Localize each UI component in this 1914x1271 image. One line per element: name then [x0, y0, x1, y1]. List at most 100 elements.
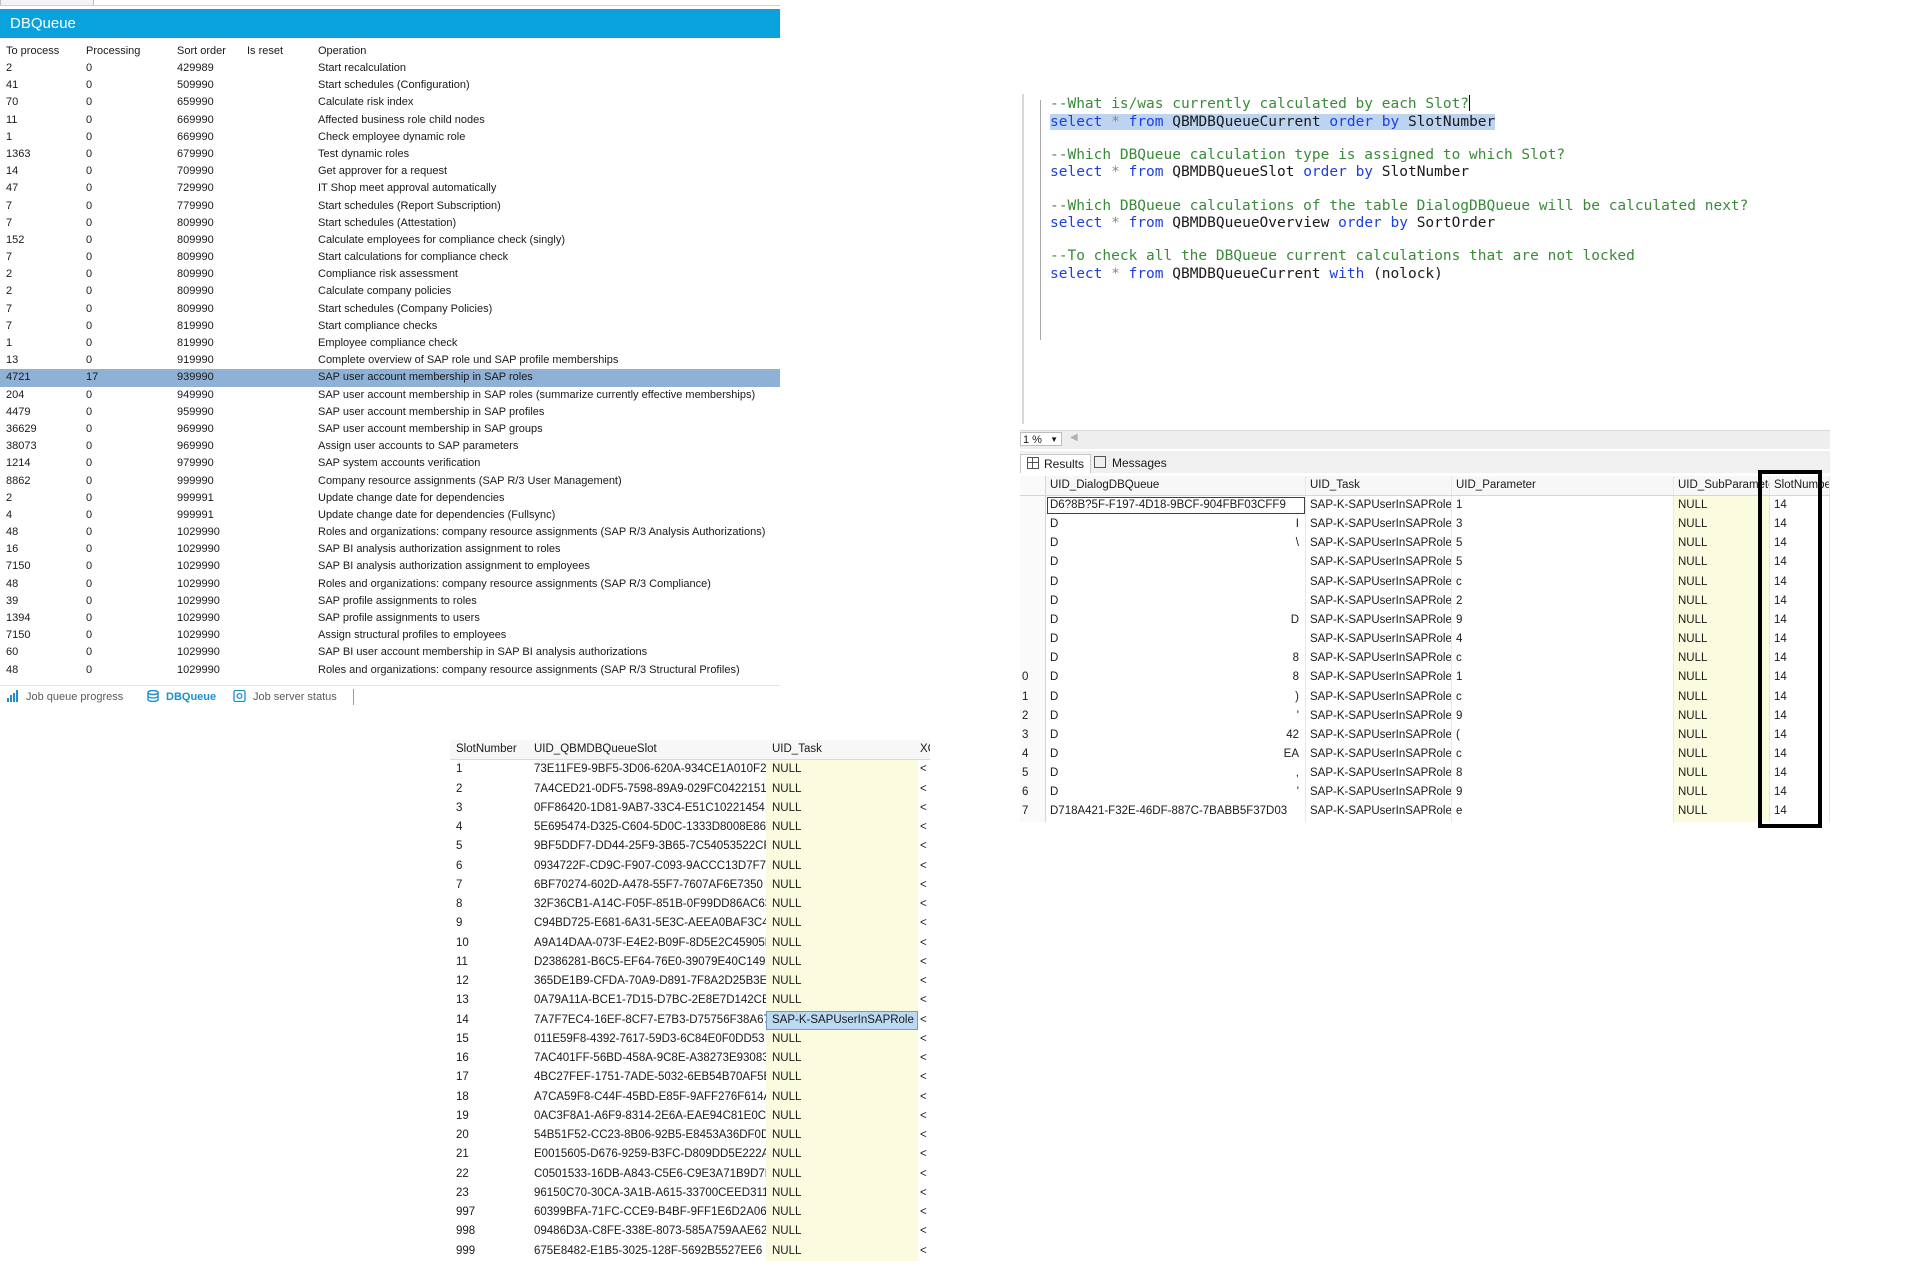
slot-table-row[interactable]: 13 0A79A11A-BCE1-7D15-D7BC-2E8E7D142CB2 NU… — [450, 991, 930, 1011]
cell-uid-parameter[interactable]: 5 — [1452, 553, 1674, 573]
slot-table-row[interactable]: 12 365DE1B9-CFDA-70A9-D891-7F8A2D25B3E5 NU… — [450, 972, 930, 992]
cell-uid-subparameter[interactable]: NULL — [1674, 649, 1770, 669]
cell-uid-task[interactable]: NULL — [766, 1068, 918, 1088]
cell-uid-task[interactable]: NULL — [766, 818, 918, 838]
results-row[interactable]: D6?8B?5F-F197-4D18-9BCF-904FBF03CFF9 SAP-… — [1020, 496, 1830, 516]
results-row[interactable]: D I SAP-K-SAPUserInSAPRole 3 NULL 14 — [1020, 515, 1830, 535]
cell-uid-subparameter[interactable]: NULL — [1674, 515, 1770, 535]
cell-xc[interactable]: < — [918, 1088, 930, 1107]
column-header-uid-parameter[interactable]: UID_Parameter — [1452, 476, 1674, 496]
cell-uid-parameter[interactable]: c — [1452, 572, 1674, 592]
cell-xc[interactable]: < — [918, 953, 930, 972]
cell-uid-task[interactable]: SAP-K-SAPUserInSAPRole — [766, 1010, 918, 1030]
dbqueue-row[interactable]: 16 0 1029990 SAP BI analysis authorization … — [0, 541, 780, 558]
cell-uid-parameter[interactable]: e — [1452, 802, 1674, 822]
cell-uid-qbmdbqueueslot[interactable]: C94BD725-E681-6A31-5E3C-AEEA0BAF3C43 — [528, 914, 766, 933]
cell-slotnumber[interactable]: 2 — [450, 780, 522, 799]
cell-slotnumber[interactable]: 12 — [450, 972, 522, 991]
cell-uid-parameter[interactable]: 4 — [1452, 630, 1674, 650]
dbqueue-row[interactable]: 13 0 919990 Complete overview of SAP role u… — [0, 352, 780, 369]
dbqueue-row[interactable]: 1 0 669990 Check employee dynamic role — [0, 129, 780, 146]
results-row[interactable]: 7 D718A421-F32E-46DF-887C-7BABB5F37D03 SAP… — [1020, 802, 1830, 822]
dbqueue-row[interactable]: 70 0 659990 Calculate risk index — [0, 94, 780, 111]
cell-slotnumber[interactable]: 14 — [450, 1011, 522, 1030]
cell-uid-subparameter[interactable]: NULL — [1674, 553, 1770, 573]
cell-xc[interactable]: < — [918, 837, 930, 856]
cell-uid-qbmdbqueueslot[interactable]: 32F36CB1-A14C-F05F-851B-0F99DD86AC63 — [528, 895, 766, 914]
cell-uid-task[interactable]: SAP-K-SAPUserInSAPRole — [1306, 687, 1452, 707]
cell-uid-task[interactable]: NULL — [766, 1145, 918, 1165]
cell-xc[interactable]: < — [918, 914, 930, 933]
cell-uid-task[interactable]: NULL — [766, 1183, 918, 1203]
cell-uid-task[interactable]: NULL — [766, 1164, 918, 1184]
cell-uid-dialogdbqueue[interactable]: D \ — [1046, 534, 1306, 554]
cell-slotnumber[interactable]: 20 — [450, 1126, 522, 1145]
cell-uid-qbmdbqueueslot[interactable]: 54B51F52-CC23-8B06-92B5-E8453A36DF0D — [528, 1126, 766, 1145]
cell-uid-qbmdbqueueslot[interactable]: C0501533-16DB-A843-C5E6-C9E3A71B9D7B — [528, 1165, 766, 1184]
cell-uid-qbmdbqueueslot[interactable]: 09486D3A-C8FE-338E-8073-585A759AAE62 — [528, 1222, 766, 1241]
cell-uid-subparameter[interactable]: NULL — [1674, 687, 1770, 707]
dbqueue-row[interactable]: 38073 0 969990 Assign user accounts to SAP … — [0, 438, 780, 455]
slot-table-row[interactable]: 19 0AC3F8A1-A6F9-8314-2E6A-EAE94C81E0CB NU… — [450, 1106, 930, 1126]
cell-uid-task[interactable]: SAP-K-SAPUserInSAPRole — [1306, 496, 1452, 516]
cell-uid-task[interactable]: NULL — [766, 875, 918, 895]
cell-slotnumber[interactable]: 3 — [450, 799, 522, 818]
dbqueue-row[interactable]: 41 0 509990 Start schedules (Configuration) — [0, 77, 780, 94]
cell-slotnumber[interactable]: 998 — [450, 1222, 522, 1241]
cell-slotnumber[interactable]: 23 — [450, 1184, 522, 1203]
cell-uid-dialogdbqueue[interactable]: D718A421-F32E-46DF-887C-7BABB5F37D03 — [1046, 802, 1306, 822]
column-header-uid-task[interactable]: UID_Task — [1306, 476, 1452, 496]
dbqueue-row[interactable]: 7 0 809990 Start calculations for complianc… — [0, 249, 780, 266]
dbqueue-row[interactable]: 60 0 1029990 SAP BI user account membership… — [0, 644, 780, 661]
slot-table-row[interactable]: 3 0FF86420-1D81-9AB7-33C4-E51C10221454 NUL… — [450, 798, 930, 818]
cell-uid-task[interactable]: SAP-K-SAPUserInSAPRole — [1306, 706, 1452, 726]
results-row[interactable]: D 8 SAP-K-SAPUserInSAPRole c NULL 14 — [1020, 649, 1830, 669]
cell-uid-subparameter[interactable]: NULL — [1674, 534, 1770, 554]
dbqueue-row[interactable]: 7 0 819990 Start compliance checks — [0, 318, 780, 335]
results-row[interactable]: 1 D) SAP-K-SAPUserInSAPRole c NULL 14 — [1020, 687, 1830, 707]
results-row[interactable]: D SAP-K-SAPUserInSAPRole c NULL 14 — [1020, 572, 1830, 592]
cell-uid-dialogdbqueue[interactable]: DD — [1046, 610, 1306, 631]
cell-slotnumber[interactable]: 6 — [450, 857, 522, 876]
cell-uid-task[interactable]: SAP-K-SAPUserInSAPRole — [1306, 802, 1452, 822]
cell-uid-dialogdbqueue[interactable]: DI — [1046, 515, 1306, 535]
slot-table-row[interactable]: 17 4BC27FEF-1751-7ADE-5032-6EB54B70AF5B NU… — [450, 1068, 930, 1088]
cell-slotnumber[interactable]: 19 — [450, 1107, 522, 1126]
dbqueue-row[interactable]: 7 0 779990 Start schedules (Report Subscrip… — [0, 198, 780, 215]
cell-uid-dialogdbqueue[interactable]: D — [1046, 591, 1306, 611]
cell-uid-task[interactable]: NULL — [766, 933, 918, 953]
cell-uid-parameter[interactable]: c — [1452, 649, 1674, 669]
dbqueue-row[interactable]: 2 0 809990 Compliance risk assessment — [0, 266, 780, 283]
results-row[interactable]: D SAP-K-SAPUserInSAPRole 5 NULL 14 — [1020, 553, 1830, 573]
dbqueue-row[interactable]: 1214 0 979990 SAP system accounts verificat… — [0, 455, 780, 472]
cell-uid-qbmdbqueueslot[interactable]: 675E8482-E1B5-3025-128F-5692B5527EE6 — [528, 1242, 766, 1261]
cell-uid-dialogdbqueue[interactable]: D ' — [1046, 783, 1306, 803]
slot-table-row[interactable]: 16 7AC401FF-56BD-458A-9C8E-A38273E93083 NU… — [450, 1049, 930, 1069]
dbqueue-row[interactable]: 11 0 669990 Affected business role child no… — [0, 112, 780, 129]
slot-table-row[interactable]: 20 54B51F52-CC23-8B06-92B5-E8453A36DF0D NU… — [450, 1126, 930, 1146]
cell-uid-task[interactable]: NULL — [766, 856, 918, 876]
cell-slotnumber[interactable]: 5 — [450, 837, 522, 856]
cell-xc[interactable]: < — [918, 934, 930, 953]
cell-xc[interactable]: < — [918, 991, 930, 1010]
cell-uid-task[interactable]: SAP-K-SAPUserInSAPRole — [1306, 783, 1452, 803]
cell-uid-dialogdbqueue[interactable]: D) — [1046, 687, 1306, 707]
tab-results[interactable]: Results — [1020, 454, 1092, 473]
dbqueue-row[interactable]: 1363 0 679990 Test dynamic roles — [0, 146, 780, 163]
cell-uid-task[interactable]: NULL — [766, 1106, 918, 1126]
cell-slotnumber[interactable]: 13 — [450, 991, 522, 1010]
dbqueue-row[interactable]: 2 0 429989 Start recalculation — [0, 60, 780, 77]
cell-uid-parameter[interactable]: 9 — [1452, 610, 1674, 631]
column-header-uid-task[interactable]: UID_Task — [766, 740, 918, 760]
dbqueue-row[interactable]: 4721 17 939990 SAP user account membership … — [0, 369, 780, 387]
slot-table-row[interactable]: 1 73E11FE9-9BF5-3D06-620A-934CE1A010F2 NUL… — [450, 760, 930, 780]
cell-xc[interactable]: < — [918, 972, 930, 991]
results-row[interactable]: D SAP-K-SAPUserInSAPRole 2 NULL 14 — [1020, 591, 1830, 611]
cell-uid-task[interactable]: NULL — [766, 972, 918, 992]
cell-uid-qbmdbqueueslot[interactable]: E0015605-D676-9259-B3FC-D809DD5E222A — [528, 1145, 766, 1164]
cell-uid-dialogdbqueue[interactable]: D, — [1046, 764, 1306, 784]
dbqueue-row[interactable]: 152 0 809990 Calculate employees for compli… — [0, 232, 780, 249]
cell-uid-task[interactable]: NULL — [766, 991, 918, 1011]
slot-table-row[interactable]: 22 C0501533-16DB-A843-C5E6-C9E3A71B9D7B NU… — [450, 1164, 930, 1184]
zoom-select[interactable]: 1 % ▼ — [1020, 432, 1062, 446]
